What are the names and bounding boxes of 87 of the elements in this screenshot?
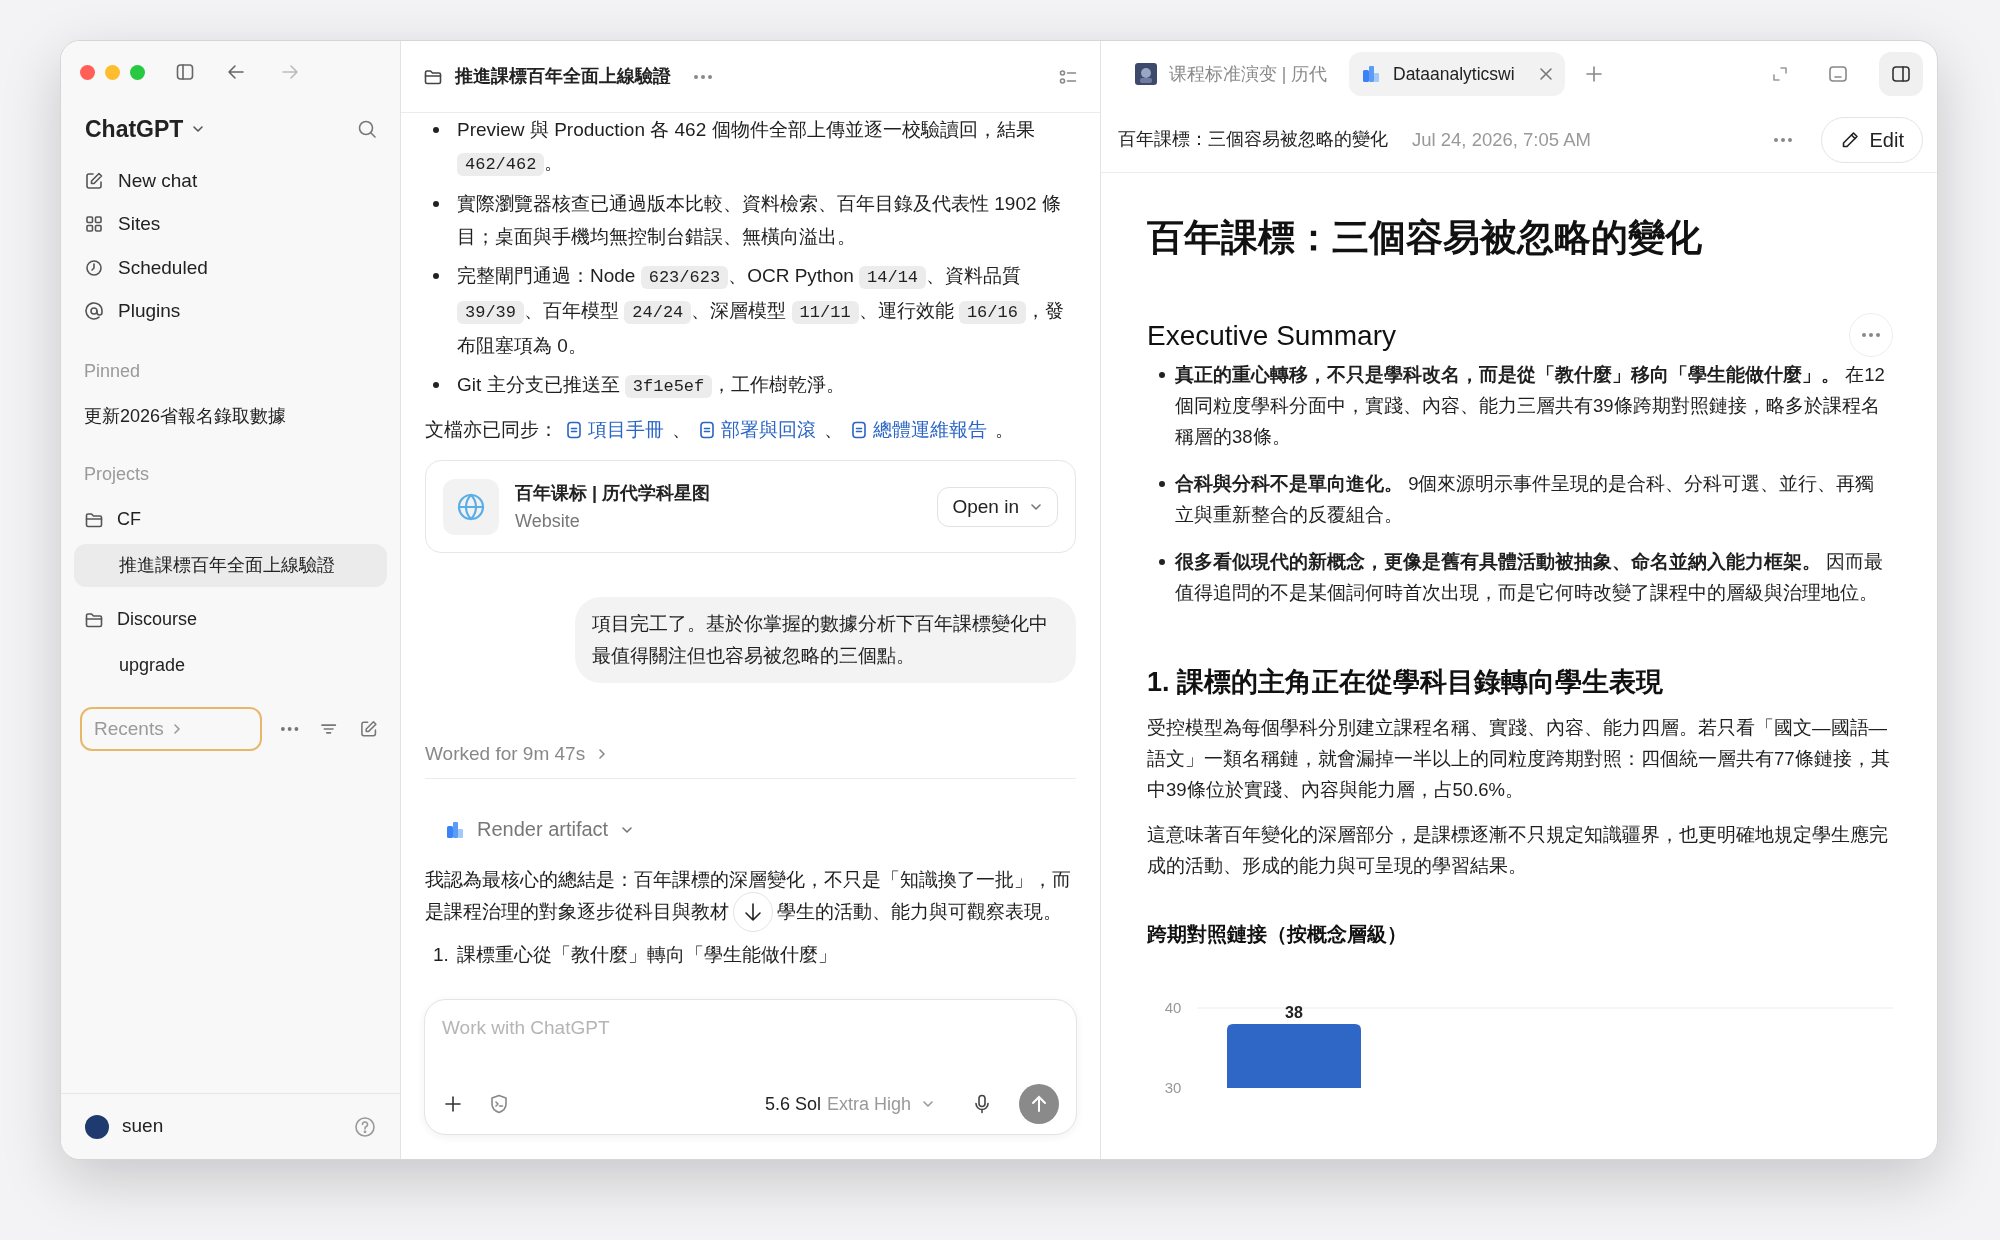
sidebar-item[interactable]: 更新2026省報名錄取數據 (74, 395, 287, 438)
document-link[interactable]: 部署與回滾 (699, 413, 816, 446)
app-title-menu[interactable]: ChatGPT (85, 111, 206, 147)
data-label: 38 (1285, 1004, 1303, 1021)
at-sign-icon (84, 301, 104, 322)
document-icon (566, 420, 582, 439)
expand-icon[interactable] (1771, 65, 1789, 83)
section-heading: 1. 課標的主角正在從學科目錄轉向學生表現 (1147, 666, 1665, 699)
text: 、 (824, 418, 843, 442)
paragraph: 受控模型為每個學科分別建立課程名稱、實踐、內容、能力四層。若只看「國文—國語—語文」一類名稱鏈，就會漏掉一半以上的同粒度跨期對照：四個統一層共有77條鏈接，其中39條位於實踐、內容與能力層，占50.6%。 (1147, 716, 1891, 802)
summary-point: 很多看似現代的新概念，更像是舊有具體活動被抽象、命名並納入能力框架。 因而最值得追問的不是某個詞何時首次出現，而是它何時改變了課程中的層級與治理地位。 (1175, 550, 1885, 605)
nav-item[interactable]: Sites (71, 202, 390, 246)
avatar[interactable] (85, 1114, 109, 1139)
project-folder[interactable]: CF (74, 498, 387, 541)
scroll-down-button[interactable] (733, 892, 773, 932)
document-title: 百年課標：三個容易被忽略的變化 (1118, 128, 1388, 151)
sidebar-icon (1890, 63, 1912, 85)
document-link[interactable]: 項目手冊 (566, 413, 664, 446)
text: 。 (995, 418, 1014, 442)
open-in-button[interactable]: Open in (937, 486, 1058, 527)
more-icon (1861, 332, 1881, 338)
bullet-text: Git 主分支已推送至 3f1e5ef ，工作樹乾淨。 (457, 373, 847, 400)
more-icon[interactable] (693, 73, 713, 80)
card-title: 百年课标 | 历代学科星图 (515, 481, 711, 505)
text: 文檔亦已同步： (425, 418, 558, 442)
chart-title: 跨期對照鏈接（按概念層級） (1147, 922, 1408, 947)
paragraph: 這意味著百年變化的深層部分，是課標逐漸不只規定知識疆界，也更明確地規定學生應完成的活動、形成的能力與可呈現的學習結果。 (1147, 823, 1889, 878)
browser-tab[interactable]: Dataanalyticswi (1349, 52, 1565, 96)
bar-chart-icon (1361, 64, 1381, 84)
model-name: 5.6 Sol (764, 1092, 821, 1116)
bullet-text: 實際瀏覽器核查已通過版本比較、資料檢索、百年目錄及代表性 1902 條目；桌面與手機均無控制台錯誤、無橫向溢出。 (457, 192, 1062, 249)
effort-level: Extra High (826, 1092, 911, 1116)
nav-item[interactable]: Plugins (71, 289, 390, 333)
bullet-text: Preview 與 Production 各 462 個物件全部上傳並逐一校驗讀回，結果 462/462 。 (457, 118, 1036, 178)
window-control[interactable] (130, 64, 145, 80)
summary-point: 真正的重心轉移，不只是學科改名，而是從「教什麼」移向「學生能做什麼」。 在12個同粒度學科分面中，實踐、內容、能力三層共有39條跨期對照鏈接，略多於課程名稱層的38條。 (1175, 363, 1886, 449)
new-tab-icon[interactable] (1583, 63, 1605, 85)
search-icon[interactable] (356, 118, 378, 140)
model-selector[interactable]: 5.6 Sol Extra High (764, 1090, 935, 1118)
list-item-text: 課標重心從「教什麼」轉向「學生能做什麼」 (456, 943, 837, 967)
list-number: 1. (433, 943, 449, 967)
section-heading: Executive Summary (1147, 319, 1396, 351)
axis-tick-label: 40 (1164, 999, 1182, 1016)
answer-text: 學生的活動、能力與可觀察表現。 (777, 900, 1062, 924)
sidebar-toggle-icon[interactable] (175, 62, 195, 82)
summary-point: 合科與分科不是單向進化。 9個來源明示事件呈現的是合科、分科可選、並行、再獨立與重新整合的反覆組合。 (1175, 472, 1876, 527)
card-subtitle: Website (515, 509, 581, 533)
section-heading: Pinned (83, 360, 142, 383)
text: 、 (672, 418, 691, 442)
document-date: Jul 24, 2026, 7:05 AM (1412, 127, 1591, 152)
axis-tick-label: 30 (1164, 1079, 1182, 1096)
more-icon[interactable] (280, 726, 300, 732)
bar-chart-icon (445, 819, 465, 840)
document-icon (851, 420, 867, 439)
answer-text: 是課程治理的對象逐步從科目與教材 (425, 900, 729, 924)
arrow-up-icon (1029, 1094, 1049, 1114)
user-message: 項目完工了。基於你掌握的數據分析下百年課標變化中最值得關注但也容易被忽略的三個點。 (575, 597, 1076, 683)
nav-item[interactable]: New chat (71, 159, 390, 203)
answer-text: 我認為最核心的總結是：百年課標的深層變化，不只是「知識換了一批」，而 (425, 868, 1071, 892)
user-name[interactable]: suen (122, 1112, 164, 1141)
more-icon[interactable] (1772, 136, 1793, 143)
grid-icon (84, 214, 104, 235)
close-icon[interactable] (1539, 67, 1553, 81)
plus-icon[interactable] (442, 1093, 464, 1115)
document-link[interactable]: 總體運維報告 (851, 413, 987, 446)
compose-icon[interactable] (358, 719, 378, 739)
render-artifact-toggle[interactable]: Render artifact (445, 813, 635, 846)
chat-title: 推進課標百年全面上線驗證 (455, 65, 671, 88)
section-heading: Projects (83, 463, 151, 486)
clock-icon (84, 257, 104, 278)
sidebar-item[interactable]: upgrade (74, 644, 387, 687)
sidebar-toggle-button[interactable] (1879, 52, 1923, 96)
browser-tab[interactable]: 课程标准演变 | 历代 (1123, 52, 1339, 96)
message-input[interactable]: Work with ChatGPT (442, 1014, 1059, 1043)
worked-duration[interactable]: Worked for 9m 47s (425, 737, 610, 770)
bullet-text: 完整閘門通過：Node 623/623 、OCR Python 14/14 、資料品質 39/39 、百年模型 24/24 、深層模型 11/11 、運行效能 16/16 ，發布阻塞項為 0。 (457, 264, 1065, 358)
help-icon[interactable] (354, 1115, 376, 1138)
document-icon (699, 420, 715, 439)
sidebar-item[interactable]: 推進課標百年全面上線驗證 (74, 544, 387, 587)
window-control[interactable] (80, 64, 95, 80)
send-button[interactable] (1019, 1084, 1059, 1124)
panel-icon[interactable] (1827, 63, 1849, 85)
nav-item[interactable]: Scheduled (71, 246, 390, 290)
project-folder[interactable]: Discourse (74, 598, 387, 641)
compose-icon (84, 170, 104, 191)
document-heading: 百年課標：三個容易被忽略的變化 (1147, 216, 1703, 260)
shield-icon[interactable] (488, 1093, 510, 1115)
